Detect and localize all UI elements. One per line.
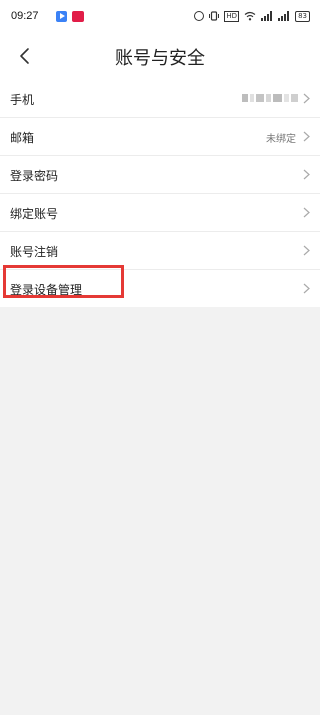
masked-phone-number xyxy=(242,94,298,102)
row-label-login-device-management: 登录设备管理 xyxy=(10,283,83,297)
row-label-delete-account: 账号注销 xyxy=(10,245,59,259)
row-login-device-management[interactable]: 登录设备管理 xyxy=(0,270,320,307)
hd-icon: HD xyxy=(224,10,240,22)
row-label-email: 邮箱 xyxy=(10,131,35,145)
chevron-right-icon xyxy=(303,169,310,180)
vibrate-icon xyxy=(209,11,220,21)
signal-icon xyxy=(261,11,273,21)
row-delete-account[interactable]: 账号注销 xyxy=(0,232,320,270)
chevron-right-icon xyxy=(303,207,310,218)
chevron-right-icon xyxy=(303,131,310,142)
signal-icon-2 xyxy=(278,11,290,21)
status-time: 09:27 xyxy=(11,10,39,22)
status-icons: HD 83 xyxy=(194,8,310,24)
row-label-phone: 手机 xyxy=(10,93,35,107)
alarm-icon xyxy=(194,11,205,21)
battery-icon: 83 xyxy=(295,10,310,22)
screen: 09:27 HD 83 账号与安全 手机 邮箱 未绑定 登录密码 绑定账号 账号… xyxy=(0,0,320,715)
row-email[interactable]: 邮箱 未绑定 xyxy=(0,118,320,156)
title-bar: 账号与安全 xyxy=(0,34,320,80)
status-bar: 09:27 HD 83 xyxy=(0,0,320,34)
play-store-icon xyxy=(56,11,67,22)
chevron-right-icon xyxy=(303,93,310,104)
row-bind-account[interactable]: 绑定账号 xyxy=(0,194,320,232)
email-status: 未绑定 xyxy=(266,134,296,145)
app-notification-icon xyxy=(72,11,84,22)
row-login-password[interactable]: 登录密码 xyxy=(0,156,320,194)
settings-list: 手机 邮箱 未绑定 登录密码 绑定账号 账号注销 登录设备管理 xyxy=(0,80,320,307)
chevron-right-icon xyxy=(303,245,310,256)
row-label-login-password: 登录密码 xyxy=(10,169,59,183)
wifi-icon xyxy=(244,11,256,21)
row-phone[interactable]: 手机 xyxy=(0,80,320,118)
chevron-right-icon xyxy=(303,283,310,294)
page-title: 账号与安全 xyxy=(115,48,205,69)
row-label-bind-account: 绑定账号 xyxy=(10,207,59,221)
